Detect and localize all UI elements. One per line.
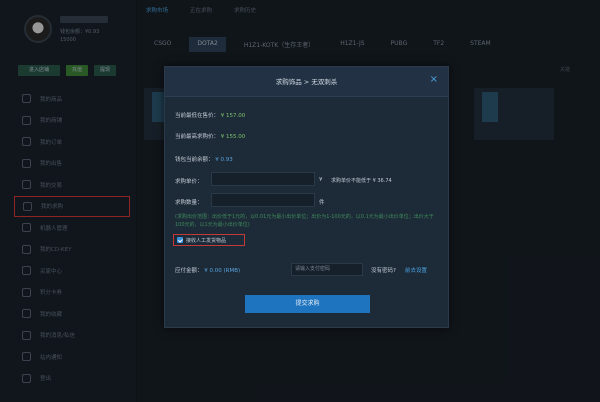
total-label: 应付金额：	[175, 268, 203, 274]
highest-buy-value: ¥ 155.00	[220, 134, 246, 140]
submit-buy-order-button[interactable]: 提交求购	[245, 295, 370, 313]
set-password-link[interactable]: 前去设置	[405, 266, 427, 274]
buy-order-modal: 求购饰品 > 无双刺杀 × 当前最低在售价： ¥ 157.00 当前最高求购价：…	[164, 66, 449, 328]
lowest-sell-label: 当前最低在售价：	[175, 113, 220, 119]
highest-buy-row: 当前最高求购价： ¥ 155.00	[175, 132, 245, 140]
close-icon[interactable]: ×	[430, 75, 438, 85]
payment-password-input[interactable]: 请输入支付密码	[291, 263, 363, 276]
no-password-text: 没有密码?	[371, 268, 396, 274]
price-rule-text: (求购出价范围：出价低于1元的，以0.01元为最小出价单位；出价为1-100元的…	[175, 214, 434, 228]
wallet-label: 钱包当前余额：	[175, 157, 214, 163]
total-row: 应付金额： ¥ 0.00 (RMB)	[175, 266, 240, 274]
wallet-row: 钱包当前余额： ¥ 0.93	[175, 155, 233, 163]
checkbox-checked-icon[interactable]	[177, 237, 183, 243]
wallet-value: ¥ 0.93	[215, 157, 233, 163]
quantity-input[interactable]	[211, 193, 315, 207]
unit-price-label: 求购单价：	[175, 179, 203, 185]
total-value: ¥ 0.00	[204, 268, 222, 274]
currency-symbol: ¥	[319, 177, 323, 183]
lowest-sell-value: ¥ 157.00	[220, 113, 246, 119]
highest-buy-label: 当前最高求购价：	[175, 134, 220, 140]
total-currency: (RMB)	[223, 268, 241, 274]
unit-price-hint: 求购单价不能低于 ¥ 36.74	[331, 178, 392, 184]
modal-header: 求购饰品 > 无双刺杀 ×	[165, 67, 448, 97]
manual-delivery-checkbox[interactable]: 接收人工发货物品	[173, 234, 245, 246]
modal-title: 求购饰品 > 无双刺杀	[275, 78, 338, 86]
quantity-unit: 件	[319, 200, 325, 206]
quantity-label: 求购数量：	[175, 200, 203, 206]
lowest-sell-row: 当前最低在售价： ¥ 157.00	[175, 111, 245, 119]
checkbox-label: 接收人工发货物品	[186, 237, 227, 244]
unit-price-input[interactable]	[211, 172, 315, 186]
